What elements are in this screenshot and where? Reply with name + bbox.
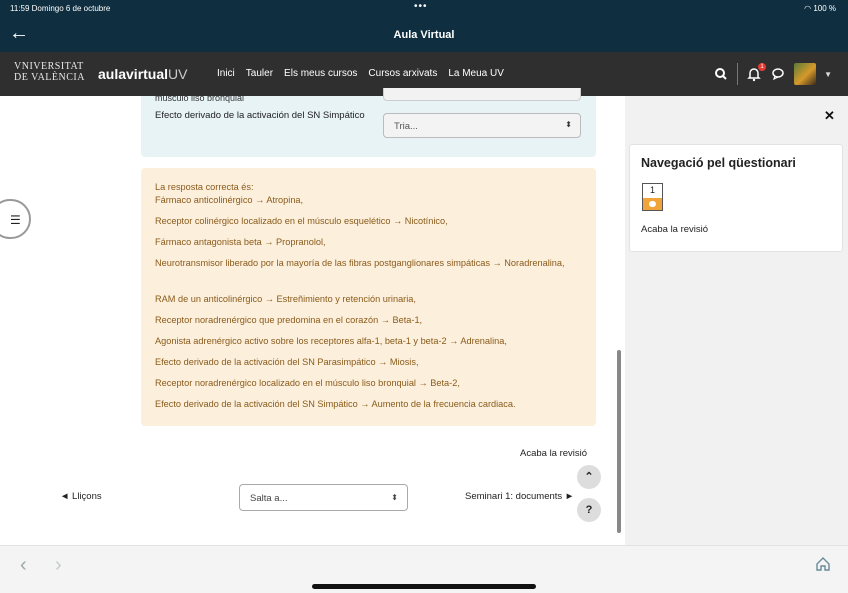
- home-indicator[interactable]: [312, 584, 536, 589]
- chevron-down-icon[interactable]: ▼: [824, 70, 832, 79]
- correct-answer-feedback: La resposta correcta és: Fármaco anticol…: [141, 168, 596, 426]
- battery-label: 100 %: [813, 4, 836, 13]
- previous-question-label: músculo liso bronquial: [155, 93, 245, 103]
- scroll-to-top-button[interactable]: ⌃: [577, 465, 601, 489]
- app-bar: ← Aula Virtual: [0, 17, 848, 52]
- chevron-up-icon: ⌃: [584, 471, 594, 483]
- right-drawer: ✕ Navegació pel qüestionari 1 Acaba la r…: [625, 96, 848, 545]
- scrollbar[interactable]: [617, 350, 621, 533]
- search-icon[interactable]: [713, 66, 729, 82]
- question-nav-number: 1: [649, 185, 655, 195]
- feedback-line: Neurotransmisor liberado por la mayoría …: [155, 258, 565, 268]
- primary-menu: Inici Tauler Els meus cursos Cursos arxi…: [217, 68, 504, 79]
- aula-virtual-logo[interactable]: aulavirtualUV: [98, 66, 187, 82]
- answer-select-value: Tria...: [394, 121, 418, 132]
- jump-to-select[interactable]: Salta a... ⬍: [239, 484, 408, 511]
- answer-select[interactable]: Tria... ⬍: [383, 113, 581, 138]
- multitask-dots[interactable]: •••: [414, 1, 428, 12]
- notification-bell-icon[interactable]: 1: [746, 63, 767, 82]
- feedback-line: Efecto derivado de la activación del SN …: [155, 399, 516, 409]
- select-arrows-icon: ⬍: [391, 493, 398, 502]
- notification-badge: 1: [758, 63, 767, 71]
- feedback-intro: La resposta correcta és:: [155, 182, 254, 192]
- logo-line-2: DE VALÈNCIA: [14, 72, 85, 83]
- chevron-left-icon[interactable]: ‹: [20, 554, 27, 577]
- close-icon[interactable]: ✕: [824, 108, 835, 124]
- university-logo[interactable]: VNIVERSITAT DE VALÈNCIA: [14, 61, 85, 83]
- drawer-finish-review-link[interactable]: Acaba la revisió: [641, 224, 708, 235]
- browser-toolbar: ‹ ›: [0, 545, 848, 593]
- question-box: músculo liso bronquial Efecto derivado d…: [141, 88, 596, 157]
- help-button[interactable]: ?: [577, 498, 601, 522]
- menu-item-tauler[interactable]: Tauler: [246, 68, 273, 79]
- menu-item-els-meus-cursos[interactable]: Els meus cursos: [284, 68, 357, 79]
- feedback-line: RAM de un anticolinérgico → Estreñimient…: [155, 294, 416, 304]
- app-title: Aula Virtual: [393, 29, 455, 41]
- question-nav-button[interactable]: 1: [642, 183, 663, 211]
- feedback-line: Efecto derivado de la activación del SN …: [155, 357, 419, 367]
- select-arrows-icon: ⬍: [565, 120, 572, 129]
- messages-icon[interactable]: [770, 66, 786, 82]
- menu-item-cursos-arxivats[interactable]: Cursos arxivats: [368, 68, 437, 79]
- quiz-navigation-block: Navegació pel qüestionari 1 Acaba la rev…: [629, 144, 843, 252]
- home-icon[interactable]: [814, 555, 832, 573]
- jump-to-value: Salta a...: [250, 493, 288, 504]
- chevron-right-icon[interactable]: ›: [55, 554, 62, 577]
- quiz-navigation-title: Navegació pel qüestionari: [641, 156, 796, 170]
- aula-logo-suffix: UV: [168, 66, 188, 82]
- question-label: Efecto derivado de la activación del SN …: [155, 110, 365, 121]
- nav-icons: 1 ▼: [713, 62, 832, 86]
- previous-select[interactable]: [383, 88, 581, 101]
- feedback-line: Receptor colinérgico localizado en el mú…: [155, 216, 448, 226]
- list-icon: ☰: [10, 213, 21, 227]
- status-bar: 11:59 Domingo 6 de octubre ••• ◠ 100 %: [0, 0, 848, 17]
- next-activity-link[interactable]: Seminari 1: documents ►: [465, 491, 574, 502]
- feedback-line: Fármaco anticolinérgico → Atropina,: [155, 195, 304, 205]
- question-status-icon: [643, 198, 662, 210]
- battery-status: ◠ 100 %: [804, 4, 836, 13]
- menu-item-la-meua-uv[interactable]: La Meua UV: [448, 68, 504, 79]
- logo-line-1: VNIVERSITAT: [14, 61, 84, 72]
- feedback-line: Agonista adrenérgico activo sobre los re…: [155, 336, 507, 346]
- drawer-toggle-button[interactable]: ☰: [0, 199, 31, 239]
- feedback-line: Receptor noradrenérgico localizado en el…: [155, 378, 460, 388]
- feedback-line: Fármaco antagonista beta → Propranolol,: [155, 237, 326, 247]
- feedback-line: Receptor noradrenérgico que predomina en…: [155, 315, 423, 325]
- aula-logo-main: aulavirtual: [98, 66, 169, 82]
- nav-divider: [737, 63, 739, 85]
- menu-item-inici[interactable]: Inici: [217, 68, 235, 79]
- user-avatar[interactable]: [794, 63, 817, 85]
- wifi-icon: ◠: [804, 4, 814, 13]
- finish-review-link[interactable]: Acaba la revisió: [520, 448, 587, 459]
- status-time: 11:59 Domingo 6 de octubre: [10, 4, 111, 13]
- previous-activity-link[interactable]: ◄ Lliçons: [60, 491, 102, 502]
